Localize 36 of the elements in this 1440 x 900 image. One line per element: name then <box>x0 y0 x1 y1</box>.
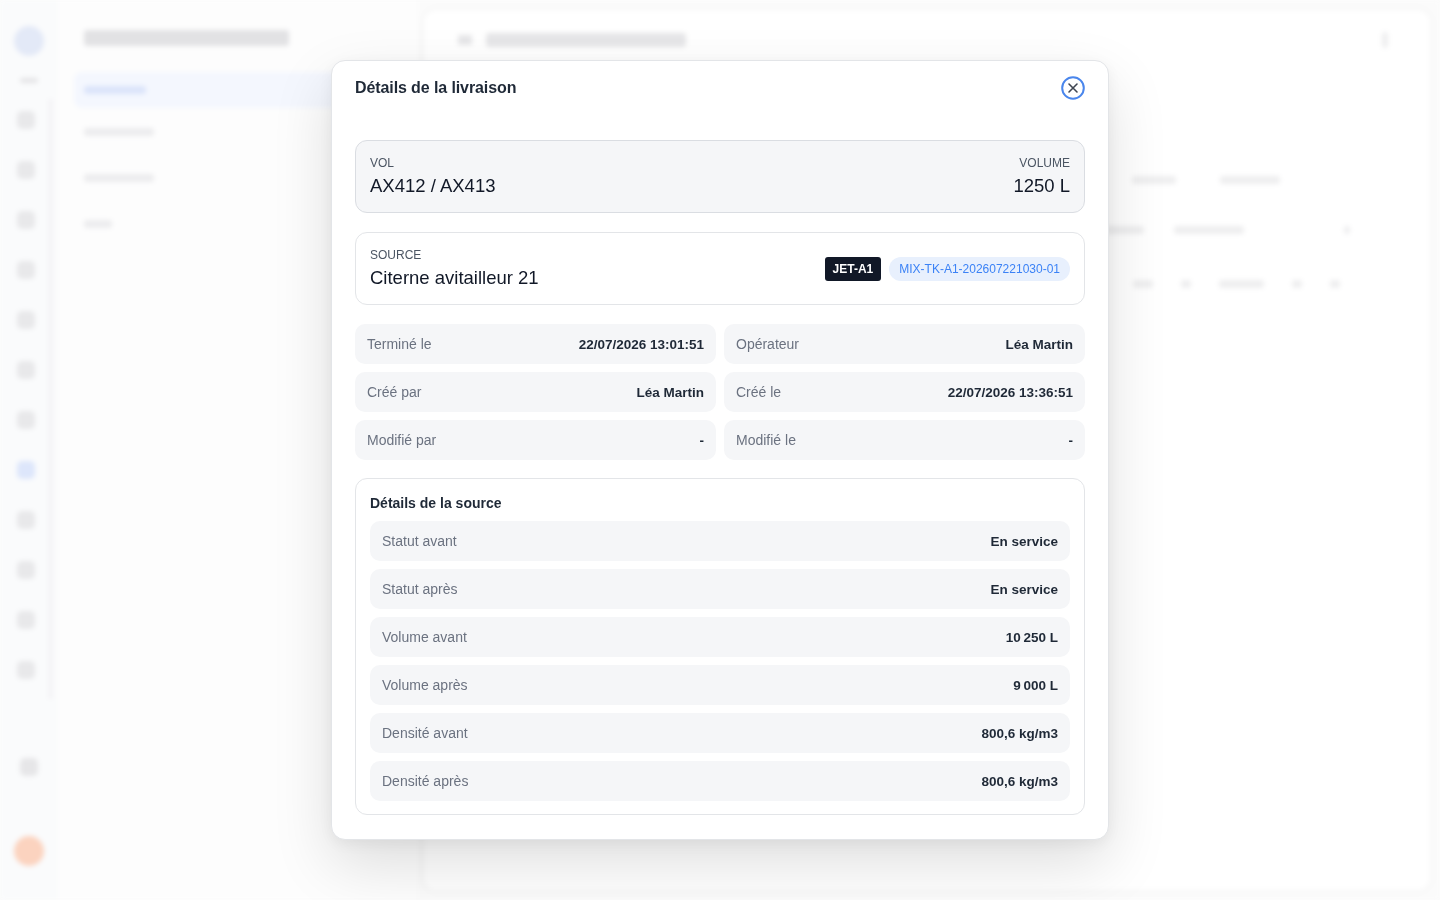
field-value: En service <box>990 581 1058 597</box>
section-title: Détails de la source <box>370 494 503 513</box>
field-label: Statut après <box>382 581 458 597</box>
field-label: VOL <box>370 155 395 171</box>
field-label: Terminé le <box>367 336 432 352</box>
field-value: 22/07/2026 13:36:51 <box>947 384 1073 400</box>
field-label: Volume après <box>382 677 468 693</box>
flight-number: AX412 / AX413 <box>370 174 496 198</box>
close-icon <box>1061 76 1085 100</box>
field-value: - <box>699 432 704 448</box>
dialog-title: Détails de la livraison <box>355 79 517 97</box>
field-value: 800,6 kg/m3 <box>981 725 1058 741</box>
field-label: Statut avant <box>382 533 457 549</box>
field-label: Densité avant <box>382 725 468 741</box>
field-value: Léa Martin <box>1005 336 1073 352</box>
field-label: VOLUME <box>1019 155 1070 171</box>
field-label: Créé le <box>736 384 782 400</box>
field-value: 22/07/2026 13:01:51 <box>578 336 704 352</box>
field-label: Modifié par <box>367 432 437 448</box>
volume-value: 1250 L <box>1013 174 1070 198</box>
field-value: En service <box>990 533 1058 549</box>
field-label: Modifié le <box>736 432 796 448</box>
field-value: 9 000 L <box>1013 677 1058 693</box>
field-value: 800,6 kg/m3 <box>981 773 1058 789</box>
field-value: Léa Martin <box>636 384 704 400</box>
close-button[interactable] <box>1061 76 1085 100</box>
batch-id-tag: MIX-TK-A1-202607221030-01 <box>889 256 1070 281</box>
field-label: Créé par <box>367 384 422 400</box>
field-value: - <box>1068 432 1073 448</box>
field-label: SOURCE <box>370 247 423 263</box>
fuel-type-badge: JET-A1 <box>824 256 882 281</box>
field-label: Opérateur <box>736 336 800 352</box>
field-value: 10 250 L <box>1005 629 1058 645</box>
field-label: Densité après <box>382 773 469 789</box>
field-label: Volume avant <box>382 629 467 645</box>
source-name: Citerne avitailleur 21 <box>370 266 539 290</box>
